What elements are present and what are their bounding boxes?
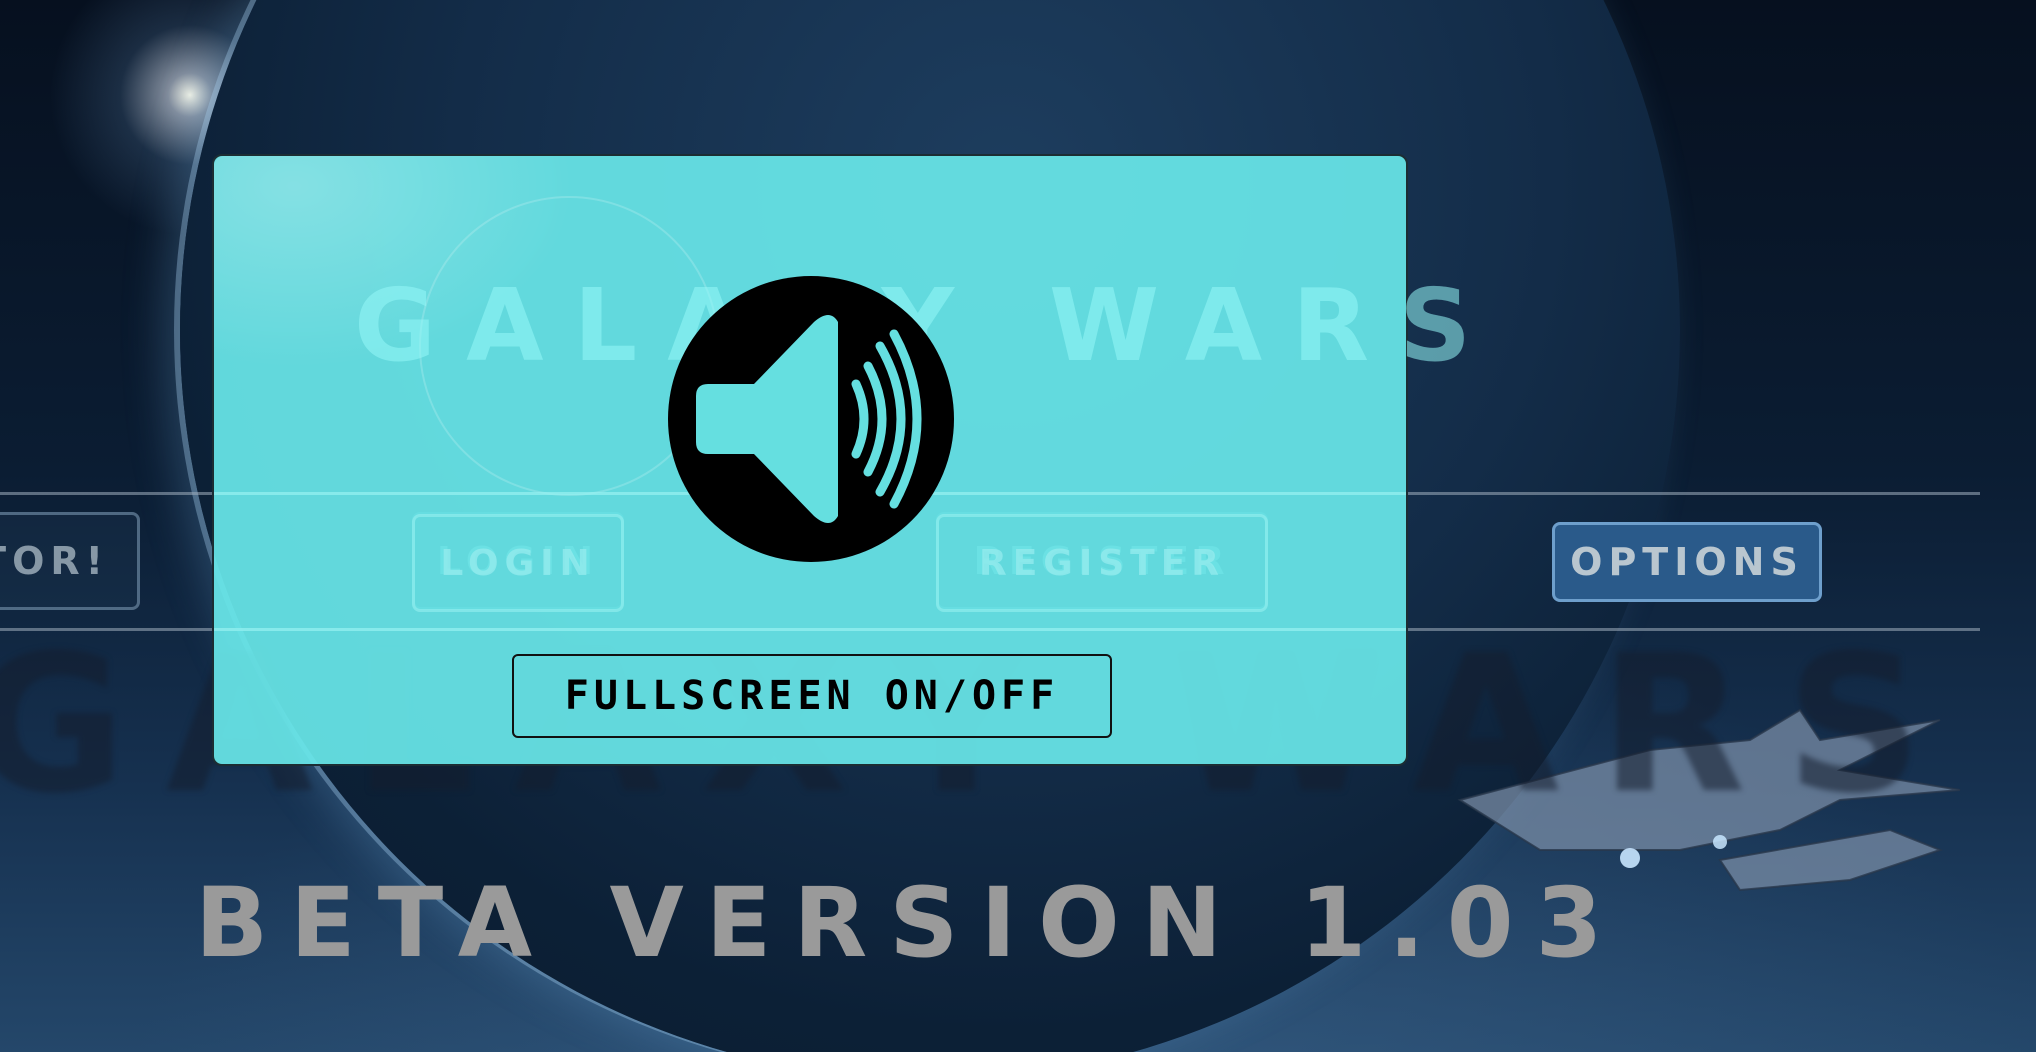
- ghost-divider-bottom: [214, 628, 1406, 631]
- speaker-volume-icon: [696, 315, 922, 523]
- ghost-login-label: LOGIN: [440, 542, 596, 584]
- options-button[interactable]: OPTIONS: [1552, 522, 1822, 602]
- ghost-login-button: LOGIN: [412, 514, 624, 612]
- tutorial-button-label: TOR!: [0, 539, 109, 583]
- ghost-register-label: REGISTER: [978, 542, 1226, 584]
- ghost-register-button: REGISTER: [936, 514, 1268, 612]
- sound-toggle-button[interactable]: [668, 276, 954, 562]
- version-label: BETA VERSION 1.03: [195, 867, 1625, 979]
- tutorial-button[interactable]: TOR!: [0, 512, 140, 610]
- fullscreen-toggle-label: FULLSCREEN ON/OFF: [564, 673, 1060, 719]
- options-button-label: OPTIONS: [1570, 540, 1804, 584]
- fullscreen-toggle-button[interactable]: FULLSCREEN ON/OFF: [512, 654, 1112, 738]
- options-panel: GALAXY WARS LOGIN REGISTER FULLSCREEN ON…: [212, 154, 1471, 766]
